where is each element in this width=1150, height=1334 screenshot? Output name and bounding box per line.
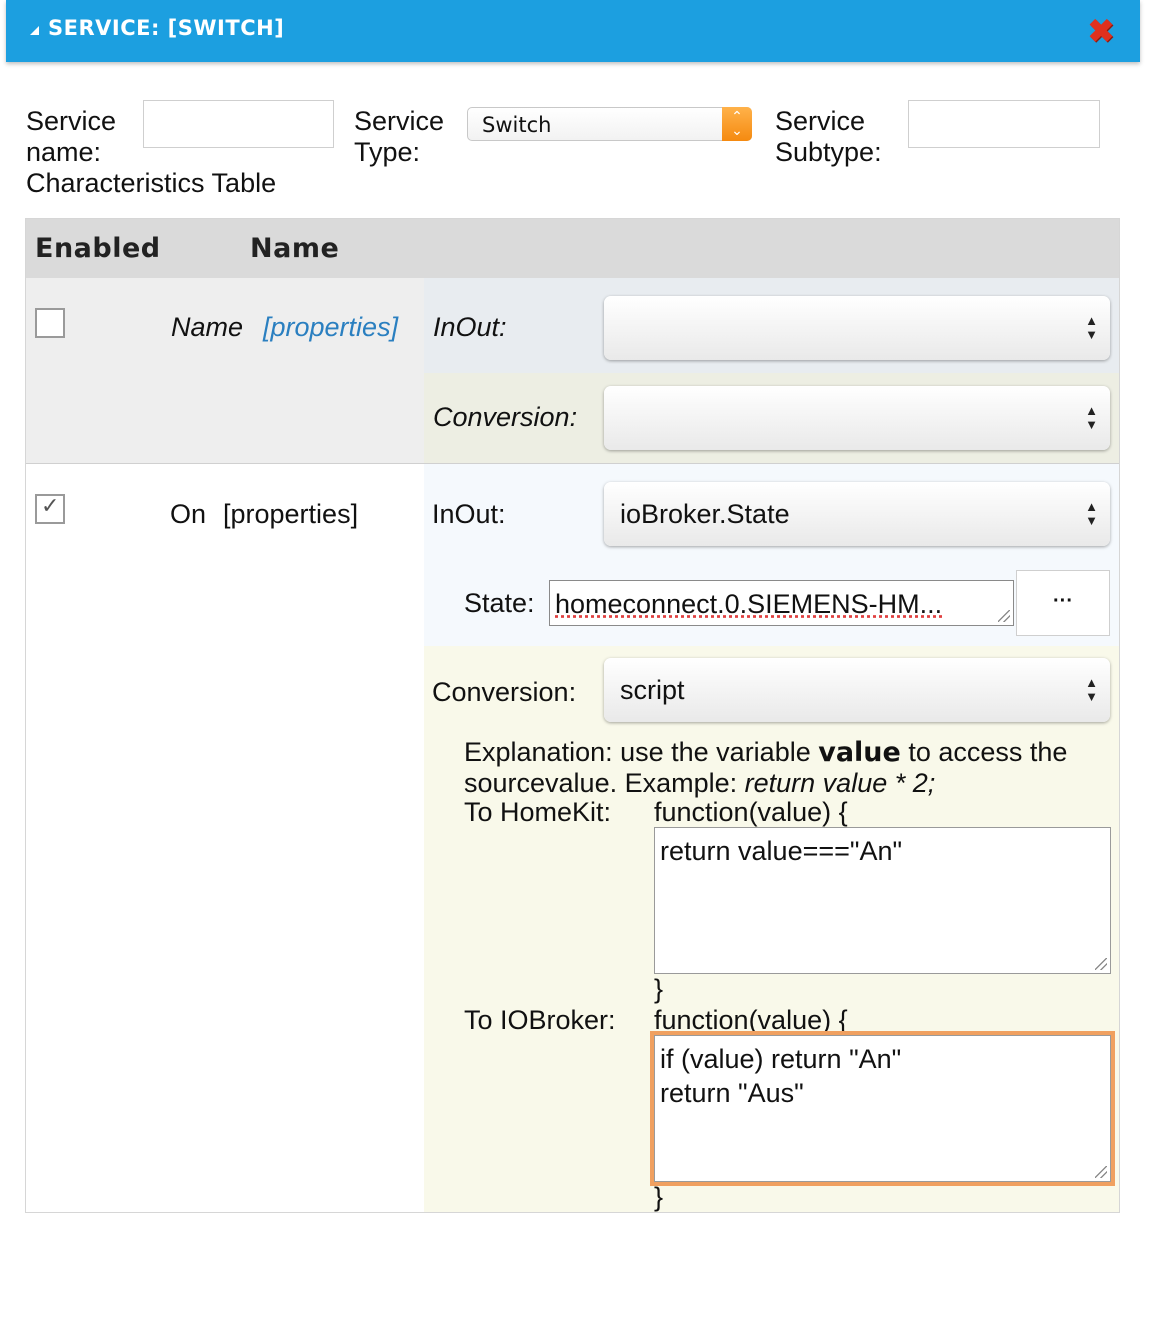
- state-value: homeconnect.0.SIEMENS-HM...: [555, 589, 943, 619]
- checkmark-icon: ✓: [41, 493, 60, 518]
- conversion-select[interactable]: script ▲ ▼: [604, 658, 1110, 722]
- explanation-bold: value: [818, 737, 901, 768]
- header-name: Name: [250, 233, 340, 264]
- inout-select[interactable]: ioBroker.State ▲ ▼: [604, 482, 1110, 546]
- conversion-value: script: [620, 675, 685, 705]
- to-homekit-function-open: function(value) {: [654, 797, 848, 827]
- table-row: Name [properties] InOut: ▲ ▼ Conversion: …: [26, 278, 1119, 464]
- select-arrows-icon: ⌃ ⌄: [722, 107, 752, 141]
- state-input[interactable]: homeconnect.0.SIEMENS-HM...: [549, 580, 1014, 626]
- dialog-header: SERVICE: [SWITCH] ✖: [6, 0, 1140, 62]
- to-iobroker-function-open: function(value) {: [654, 1005, 848, 1035]
- to-homekit-label: To HomeKit:: [464, 797, 612, 827]
- to-iobroker-code: if (value) return "An" return "Aus": [660, 1044, 902, 1108]
- characteristics-table: Enabled Name Name [properties] InOut: ▲ ▼…: [25, 218, 1120, 1213]
- to-iobroker-function-close: }: [654, 1182, 664, 1212]
- enabled-checkbox[interactable]: [35, 308, 65, 338]
- state-label: State:: [464, 588, 535, 618]
- updown-arrows-icon: ▲ ▼: [1085, 403, 1098, 432]
- service-type-value: Switch: [482, 113, 552, 137]
- updown-arrows-icon: ▲ ▼: [1085, 313, 1098, 342]
- properties-link[interactable]: [properties]: [223, 499, 358, 529]
- characteristic-name: Name: [171, 312, 244, 342]
- close-icon[interactable]: ✖: [1086, 15, 1116, 47]
- enabled-checkbox[interactable]: ✓: [35, 493, 65, 524]
- characteristic-name: On: [170, 499, 207, 529]
- conversion-label: Conversion:: [433, 402, 578, 432]
- conversion-label: Conversion:: [432, 677, 577, 707]
- explanation-prefix: Explanation: use the variable: [464, 737, 819, 767]
- inout-label: InOut:: [433, 312, 507, 342]
- resize-grip-icon[interactable]: [1095, 1166, 1107, 1178]
- dialog-title: SERVICE: [SWITCH]: [48, 16, 285, 40]
- collapse-triangle-icon[interactable]: [30, 26, 39, 35]
- service-type-select[interactable]: Switch ⌃ ⌄: [467, 107, 752, 141]
- to-iobroker-label: To IOBroker:: [464, 1005, 616, 1035]
- to-homekit-code-textarea[interactable]: return value==="An": [654, 827, 1111, 974]
- service-name-label: Service name:: [26, 106, 117, 167]
- service-name-input[interactable]: [143, 100, 334, 148]
- inout-label: InOut:: [432, 499, 506, 529]
- header-enabled: Enabled: [35, 233, 161, 264]
- explanation-example: return value * 2;: [744, 768, 936, 798]
- browse-state-button[interactable]: ···: [1016, 570, 1110, 636]
- inout-select[interactable]: ▲ ▼: [604, 296, 1110, 360]
- table-header: Enabled Name: [26, 219, 1119, 278]
- properties-link[interactable]: [properties]: [263, 312, 398, 342]
- to-homekit-code: return value==="An": [660, 836, 903, 866]
- characteristics-table-label: Characteristics Table: [26, 168, 277, 198]
- to-homekit-function-close: }: [654, 974, 664, 1004]
- service-type-label: Service Type:: [354, 106, 445, 167]
- updown-arrows-icon: ▲ ▼: [1085, 499, 1098, 528]
- inout-value: ioBroker.State: [620, 499, 790, 529]
- service-subtype-label: Service Subtype:: [775, 106, 882, 167]
- service-subtype-input[interactable]: [908, 100, 1100, 148]
- updown-arrows-icon: ▲ ▼: [1085, 675, 1098, 704]
- explanation-text: Explanation: use the variable value to a…: [464, 737, 1109, 798]
- conversion-select[interactable]: ▲ ▼: [604, 386, 1110, 450]
- resize-grip-icon[interactable]: [998, 610, 1010, 622]
- to-iobroker-code-textarea[interactable]: if (value) return "An" return "Aus": [654, 1035, 1111, 1182]
- table-row: ✓ On [properties] InOut: ioBroker.State …: [26, 464, 1119, 1212]
- resize-grip-icon[interactable]: [1095, 958, 1107, 970]
